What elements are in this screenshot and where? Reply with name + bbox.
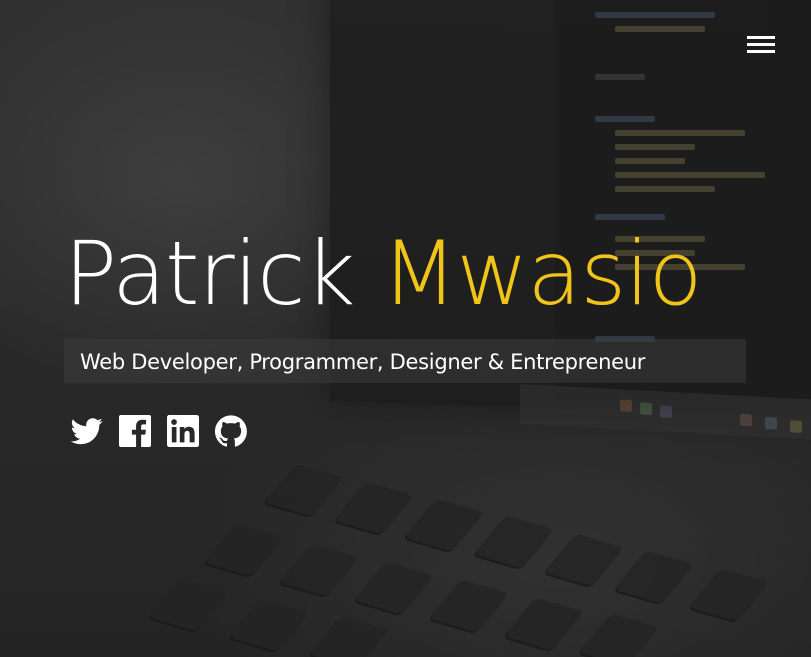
first-name: Patrick — [64, 222, 356, 325]
twitter-icon — [71, 418, 103, 445]
social-links — [70, 414, 248, 448]
facebook-link[interactable] — [118, 414, 152, 448]
hamburger-menu-button[interactable] — [747, 36, 775, 54]
github-link[interactable] — [214, 414, 248, 448]
tagline: Web Developer, Programmer, Designer & En… — [80, 350, 646, 374]
menu-bar — [747, 43, 775, 46]
facebook-icon — [119, 415, 151, 447]
dark-overlay — [0, 0, 811, 657]
last-name: Mwasio — [381, 222, 703, 325]
linkedin-link[interactable] — [166, 414, 200, 448]
menu-bar — [747, 36, 775, 39]
menu-bar — [747, 50, 775, 53]
github-icon — [215, 415, 247, 447]
page-title: Patrick Mwasio — [64, 222, 703, 325]
hero-section: Patrick Mwasio Web Developer, Programmer… — [0, 0, 811, 657]
twitter-link[interactable] — [70, 414, 104, 448]
hero-content: Patrick Mwasio Web Developer, Programmer… — [64, 222, 746, 447]
tagline-box: Web Developer, Programmer, Designer & En… — [64, 339, 746, 383]
linkedin-icon — [167, 415, 199, 447]
